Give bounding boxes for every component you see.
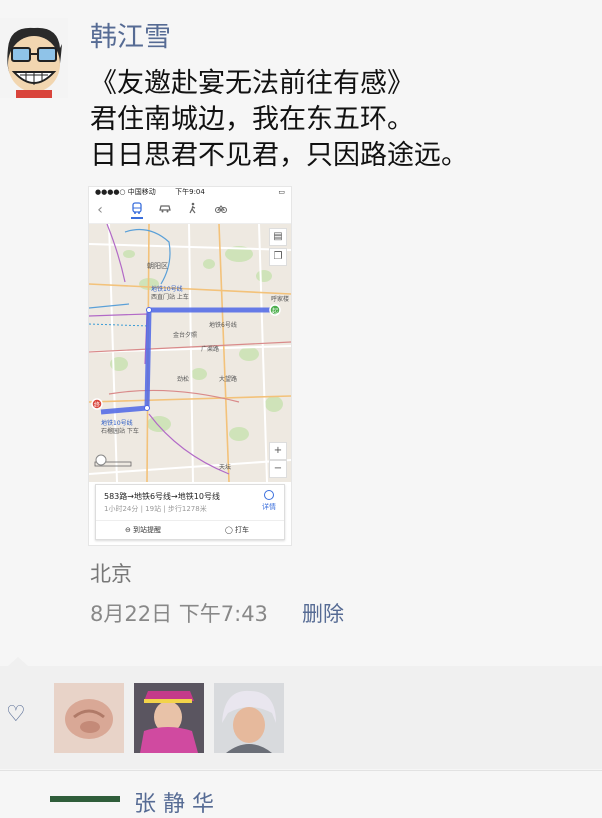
mode-tabs (131, 201, 227, 219)
next-post-author[interactable]: 张 静 华 (134, 792, 214, 818)
back-icon[interactable]: ‹ (89, 202, 111, 218)
map-label: 西直门站 上车 (151, 294, 189, 301)
post-text: 《友邀赴宴无法前往有感》 君住南城边，我在东五环。 日日思君不见君，只因路途远。 (90, 68, 468, 171)
zoom-out-button[interactable]: − (269, 460, 287, 478)
liker-avatar[interactable] (54, 683, 124, 753)
map-label: 朝阳区 (147, 262, 168, 270)
map-label: 劲松 (177, 376, 190, 383)
author-name[interactable]: 韩江雪 (90, 20, 171, 56)
svg-text:终: 终 (94, 401, 100, 409)
status-time: 下午9:04 (175, 188, 205, 196)
arrival-reminder-button[interactable]: ⊖ 到站提醒 (96, 521, 190, 539)
post-divider (0, 770, 602, 771)
traffic-toggle-button[interactable]: ▤ (269, 228, 287, 246)
zoom-in-button[interactable]: + (269, 442, 287, 460)
shared-map-screenshot[interactable]: ●●●●○ 中国移动 下午9:04 ▭ ‹ 起 终 朝阳区 地铁10号线 西直门… (88, 186, 292, 546)
taxi-button[interactable]: ◯ 打车 (190, 521, 284, 539)
bus-icon[interactable] (131, 201, 143, 219)
route-detail: 1小时24分 | 19站 | 步行1278米 (104, 505, 207, 513)
map-label: 广渠路 (201, 346, 220, 353)
layers-button[interactable]: ❐ (269, 248, 287, 266)
map-label: 地铁10号线 (151, 286, 183, 293)
liker-avatar[interactable] (214, 683, 284, 753)
route-summary-card[interactable]: 583路→地铁6号线→地铁10号线 1小时24分 | 19站 | 步行1278米… (95, 484, 285, 540)
liker-avatar[interactable] (134, 683, 204, 753)
route-actions: ⊖ 到站提醒 ◯ 打车 (96, 520, 284, 539)
map-label: 呼家楼 (271, 296, 290, 303)
route-map[interactable]: 起 终 朝阳区 地铁10号线 西直门站 上车 地铁6号线 金台夕照 呼家楼 广渠… (89, 224, 291, 482)
likes-panel: ♡ (0, 666, 602, 769)
next-post-avatar[interactable] (50, 796, 120, 802)
transport-mode-bar: ‹ (89, 197, 291, 224)
likes-arrow (8, 657, 28, 666)
map-label: 金台夕照 (173, 332, 198, 339)
moment-post: 韩江雪 《友邀赴宴无法前往有感》 君住南城边，我在东五环。 日日思君不见君，只因… (0, 0, 602, 817)
map-label: 地铁6号线 (209, 322, 237, 329)
bike-icon[interactable] (215, 202, 227, 219)
car-icon[interactable] (159, 202, 171, 219)
route-summary: 583路→地铁6号线→地铁10号线 (104, 492, 220, 501)
map-label: 天坛 (219, 464, 232, 471)
author-avatar[interactable] (0, 18, 68, 98)
post-location[interactable]: 北京 (90, 560, 132, 588)
map-label: 地铁10号线 (101, 420, 133, 427)
heart-icon: ♡ (6, 702, 26, 727)
map-label: 大望路 (219, 376, 238, 383)
map-label: 石榴园站 下车 (101, 428, 139, 435)
detail-button[interactable]: 详情 (262, 490, 276, 512)
svg-text:起: 起 (272, 307, 278, 315)
detail-icon (264, 490, 274, 500)
walk-icon[interactable] (187, 202, 199, 219)
delete-link[interactable]: 删除 (302, 599, 344, 629)
status-bar: ●●●●○ 中国移动 下午9:04 ▭ (89, 187, 291, 197)
post-time: 8月22日 下午7:43 (90, 602, 268, 626)
